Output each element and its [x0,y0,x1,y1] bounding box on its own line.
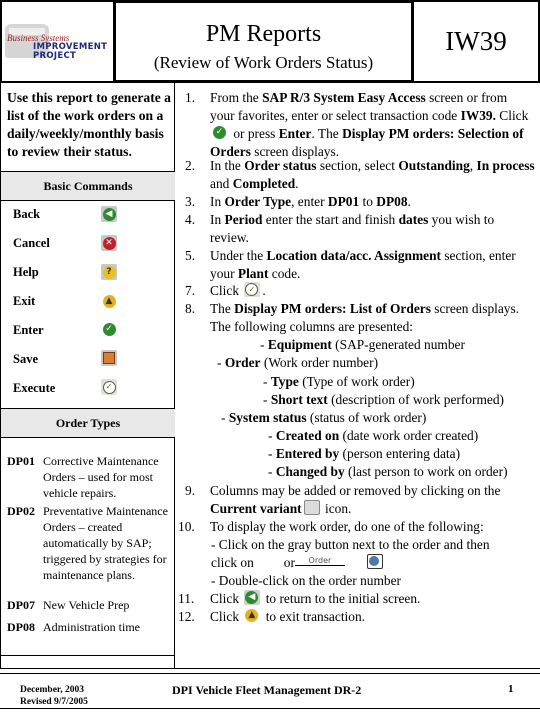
divider [1,655,175,656]
step-number: 7. [185,283,196,298]
command-label: Enter [13,323,44,337]
command-label: Help [13,265,39,279]
order-type-description: New Vehicle Prep [43,598,130,612]
column-created-on: - Created on (date work order created) [268,428,479,443]
step-10-option-1: - Click on the gray button next to the o… [211,537,490,570]
column-system-status: - System status (status of work order) [221,410,427,425]
command-label: Execute [13,381,56,395]
command-label: Back [13,207,41,221]
page-number: 1 [508,683,514,695]
cancel-icon: ✕ [101,235,117,251]
order-type-code: DP07 [7,598,35,612]
display-order-icon [366,554,383,569]
help-icon: ? [101,264,117,280]
page-subtitle: (Review of Work Orders Status) [153,53,374,72]
step-text: In Order Type, enter DP01 to DP08. [210,194,411,209]
footer-revised: Revised 9/7/2005 [20,697,88,707]
left-sidebar: Use this report to generate a list of th… [0,83,175,668]
save-icon [101,350,117,366]
step-text: In Period enter the start and finish dat… [210,212,495,245]
page-title: PM Reports [205,21,322,47]
command-label: Exit [13,294,36,308]
page-header: Business Systems IMPROVEMENT PROJECT PM … [0,0,540,83]
order-type-dp01: DP01 Corrective Maintenance Orders – use… [7,453,175,503]
step-text: In the Order status section, select Outs… [210,158,535,191]
back-icon: ◀ [101,206,117,222]
order-type-description: Preventative Maintenance Orders – create… [43,504,168,582]
page-footer: December, 2003 Revised 9/7/2005 DPI Vehi… [0,673,540,709]
step-number: 9. [185,483,196,498]
step-number: 5. [185,248,196,263]
column-equipment: - Equipment (SAP-generated number [260,337,465,352]
order-button: Order [294,556,345,566]
execute-icon: ✓ [101,379,117,395]
order-type-code: DP01 [7,454,35,468]
footer-date: December, 2003 [20,685,85,695]
order-type-description: Administration time [43,620,140,634]
enter-icon: ✓ [212,125,228,140]
step-number: 12. [178,609,195,624]
column-short-text: - Short text (description of work perfor… [263,392,504,407]
exit-icon: ▲ [244,608,261,623]
basic-commands-heading: Basic Commands [1,171,175,201]
step-text: The Display PM orders: List of Orders sc… [210,301,520,334]
order-type-code: DP08 [7,620,35,634]
step-number: 3. [185,194,196,209]
logo: Business Systems IMPROVEMENT PROJECT [0,0,113,83]
footer-dates: December, 2003 Revised 9/7/2005 [20,684,88,708]
divider [0,668,540,669]
title-box: PM Reports (Review of Work Orders Status… [113,0,414,83]
footer-title: DPI Vehicle Fleet Management DR-2 [172,683,362,697]
order-type-code: DP02 [7,504,35,518]
step-text: Under the Location data/acc. Assignment … [210,248,516,281]
back-icon: ◀ [244,590,261,605]
intro-text: Use this report to generate a list of th… [7,90,171,159]
instructions: 1. From the SAP R/3 System Easy Access s… [175,83,540,668]
execute-icon: ✓ [244,282,261,297]
column-type: - Type (Type of work order) [263,374,415,389]
exit-icon: ▲ [101,293,117,309]
enter-icon: ✓ [101,321,117,337]
order-types-heading: Order Types [1,408,175,438]
step-text: From the SAP R/3 System Easy Access scre… [210,90,529,159]
step-text: Click ▲ to exit transaction. [210,608,365,624]
step-text: Click ◀ to return to the initial screen. [210,590,421,606]
step-number: 2. [185,158,196,173]
transaction-code: IW39 [414,0,540,83]
column-order: - Order (Work order number) [217,355,379,370]
current-variant-icon [303,500,320,515]
order-type-dp02: DP02 Preventative Maintenance Orders – c… [7,503,175,593]
command-label: Save [13,352,38,366]
column-changed-by: - Changed by (last person to work on ord… [268,464,508,479]
step-text: Columns may be added or removed by click… [210,483,501,516]
step-number: 11. [178,591,195,606]
step-10-option-2: - Double-click on the order number [211,573,402,588]
column-entered-by: - Entered by (person entering data) [268,446,461,461]
logo-line-2: PROJECT [33,51,77,61]
step-number: 10. [178,519,195,534]
command-label: Cancel [13,236,50,250]
step-number: 1. [185,90,196,105]
step-number: 4. [185,212,196,227]
order-type-description: Corrective Maintenance Orders – used for… [43,454,159,500]
step-text: Click ✓. [210,282,266,298]
step-text: To display the work order, do one of the… [210,519,484,534]
step-number: 8. [185,301,196,316]
